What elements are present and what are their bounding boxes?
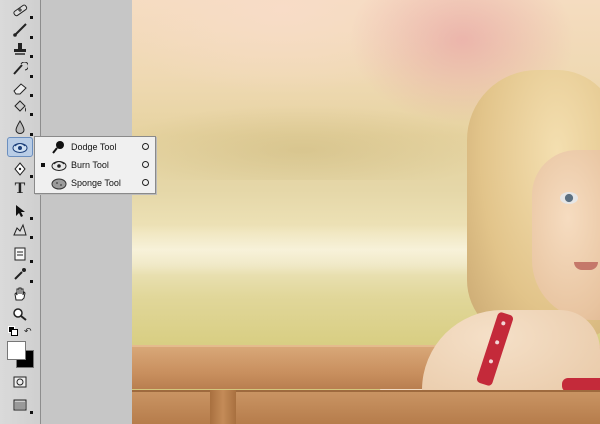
flyout-item-label: Dodge Tool [71,141,117,152]
bench-post [210,390,236,424]
foreground-color-swatch[interactable] [7,341,26,360]
brush-icon[interactable] [6,21,34,39]
dodge-icon[interactable] [7,137,33,157]
shortcut-o-icon [142,161,149,168]
flyout-item-label: Burn Tool [71,159,109,170]
paint-bucket-icon[interactable] [6,98,34,116]
zoom-icon[interactable] [6,305,34,323]
document-canvas[interactable] [132,0,600,424]
toning-tools-flyout: Dodge Tool Burn Tool Sponge Tool [34,136,156,194]
bench-lower-board [132,390,600,424]
quick-mask-icon[interactable] [6,373,34,391]
flyout-item-label: Sponge Tool [71,177,121,188]
history-brush-icon[interactable] [6,60,34,78]
blur-icon[interactable] [6,118,34,136]
burn-tool-icon [51,158,67,172]
swap-colors-icon[interactable]: ↶ [24,326,32,337]
selected-marker-icon [41,162,45,167]
type-icon[interactable]: T [6,180,34,198]
toolbox: T ↶ [0,0,41,424]
shortcut-o-icon [142,179,149,186]
healing-brush-icon[interactable] [6,1,34,19]
flyout-item-burn[interactable]: Burn Tool [35,156,155,173]
photo-face [532,150,600,320]
eyedropper-icon[interactable] [6,265,34,283]
shortcut-o-icon [142,143,149,150]
hand-icon[interactable] [6,285,34,303]
custom-shape-icon[interactable] [6,221,34,239]
eraser-icon[interactable] [6,79,34,97]
pen-icon[interactable] [6,160,34,178]
flyout-item-sponge[interactable]: Sponge Tool [35,174,155,191]
path-selection-icon[interactable] [6,202,34,220]
dodge-tool-icon [51,140,67,154]
photo-eye [560,192,578,204]
clone-stamp-icon[interactable] [6,40,34,58]
flyout-item-dodge[interactable]: Dodge Tool [35,138,155,155]
screen-mode-icon[interactable] [6,396,34,414]
workspace-gutter [41,0,132,424]
default-colors-icon[interactable] [8,326,18,336]
sponge-tool-icon [51,176,67,190]
notes-icon[interactable] [6,245,34,263]
